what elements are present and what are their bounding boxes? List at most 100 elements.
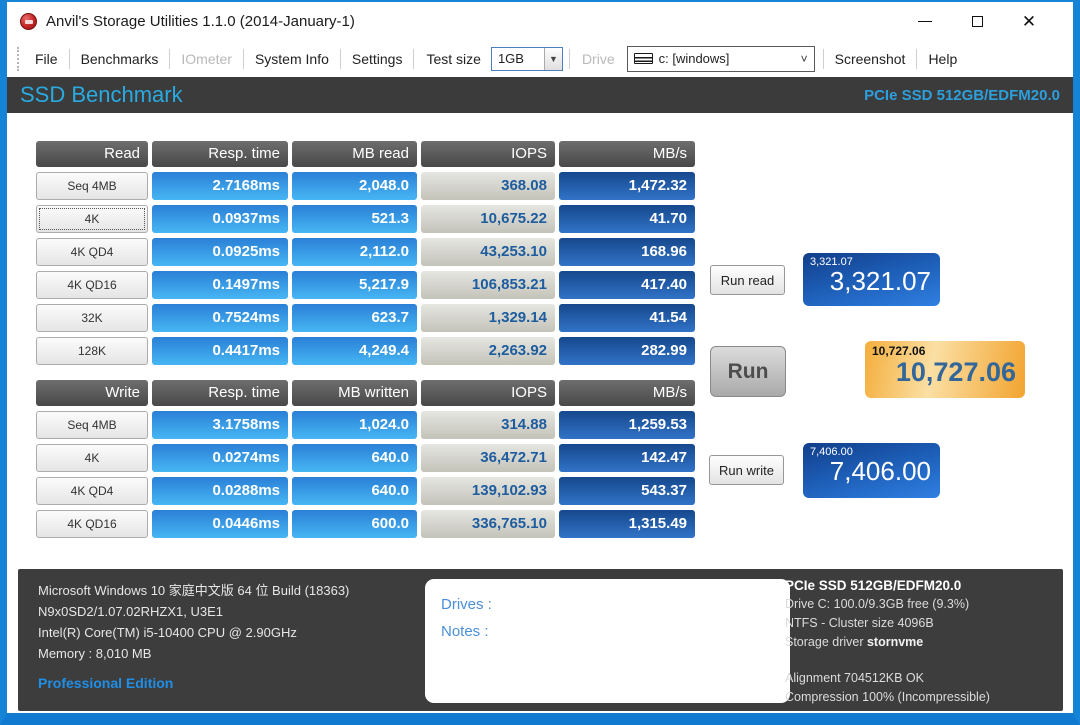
iops-cell: 1,329.14 bbox=[421, 304, 555, 332]
mbs-cell: 1,472.32 bbox=[559, 172, 695, 200]
menu-system-info[interactable]: System Info bbox=[246, 47, 338, 71]
window-title: Anvil's Storage Utilities 1.1.0 (2014-Ja… bbox=[46, 12, 355, 30]
notes-box[interactable]: Drives : Notes : bbox=[425, 579, 790, 703]
read-row-128k[interactable]: 128K bbox=[36, 337, 148, 365]
drives-label: Drives : bbox=[441, 596, 492, 613]
mbs-cell: 1,315.49 bbox=[559, 510, 695, 538]
close-button[interactable]: ✕ bbox=[1003, 2, 1055, 40]
window-controls: ✕ bbox=[899, 2, 1073, 40]
write-score-value: 7,406.00 bbox=[829, 456, 931, 486]
mbs-cell: 168.96 bbox=[559, 238, 695, 266]
menu-settings[interactable]: Settings bbox=[343, 47, 412, 71]
storage-driver-line: Storage driver stornvme bbox=[785, 635, 924, 649]
alignment-info: Alignment 704512KB OK bbox=[785, 671, 924, 685]
mb-cell: 521.3 bbox=[292, 205, 417, 233]
drive-label: Drive bbox=[581, 50, 615, 67]
write-table: Write Resp. time MB written IOPS MB/s Se… bbox=[36, 380, 695, 538]
board-info: N9x0SD2/1.07.02RHZX1, U3E1 bbox=[38, 604, 223, 619]
resp-cell: 2.7168ms bbox=[152, 172, 288, 200]
menu-benchmarks[interactable]: Benchmarks bbox=[72, 47, 168, 71]
device-name: PCIe SSD 512GB/EDFM20.0 bbox=[864, 86, 1060, 104]
app-window: Anvil's Storage Utilities 1.1.0 (2014-Ja… bbox=[0, 0, 1080, 725]
run-write-button[interactable]: Run write bbox=[709, 455, 784, 485]
compression-info: Compression 100% (Incompressible) bbox=[785, 690, 990, 704]
resp-cell: 0.0274ms bbox=[152, 444, 288, 472]
write-row-4kqd16[interactable]: 4K QD16 bbox=[36, 510, 148, 538]
close-icon: ✕ bbox=[1021, 11, 1037, 31]
resp-cell: 0.0937ms bbox=[152, 205, 288, 233]
total-score-value: 10,727.06 bbox=[895, 357, 1016, 387]
menu-file[interactable]: File bbox=[26, 47, 67, 71]
write-score-box: 7,406.00 7,406.00 bbox=[803, 443, 940, 498]
maximize-button[interactable] bbox=[951, 2, 1003, 40]
read-row-4k[interactable]: 4K bbox=[36, 205, 148, 233]
main-content: Read Resp. time MB read IOPS MB/s Seq 4M… bbox=[7, 113, 1073, 713]
run-button[interactable]: Run bbox=[710, 346, 786, 397]
menu-separator bbox=[822, 48, 824, 69]
menu-help[interactable]: Help bbox=[919, 47, 966, 71]
iops-cell: 10,675.22 bbox=[421, 205, 555, 233]
mbs-header: MB/s bbox=[559, 380, 695, 406]
minimize-icon bbox=[918, 20, 932, 22]
test-size-select[interactable]: 1GB ▼ bbox=[490, 46, 563, 71]
run-read-button[interactable]: Run read bbox=[710, 265, 785, 295]
section-header: SSD Benchmark PCIe SSD 512GB/EDFM20.0 bbox=[7, 77, 1073, 113]
dropdown-arrow-icon[interactable]: ▼ bbox=[543, 47, 562, 70]
mb-cell: 640.0 bbox=[292, 444, 417, 472]
iops-cell: 368.08 bbox=[421, 172, 555, 200]
drive-capacity: Drive C: 100.0/9.3GB free (9.3%) bbox=[785, 597, 970, 611]
mb-cell: 623.7 bbox=[292, 304, 417, 332]
system-info-panel: Microsoft Windows 10 家庭中文版 64 位 Build (1… bbox=[18, 569, 1063, 711]
mb-cell: 4,249.4 bbox=[292, 337, 417, 365]
read-row-32k[interactable]: 32K bbox=[36, 304, 148, 332]
minimize-button[interactable] bbox=[899, 2, 951, 40]
menu-screenshot[interactable]: Screenshot bbox=[826, 47, 915, 71]
total-score-box: 10,727.06 10,727.06 bbox=[865, 341, 1025, 398]
test-size-value: 1GB bbox=[497, 50, 524, 66]
iops-cell: 106,853.21 bbox=[421, 271, 555, 299]
iops-cell: 336,765.10 bbox=[421, 510, 555, 538]
mb-cell: 600.0 bbox=[292, 510, 417, 538]
iops-cell: 139,102.93 bbox=[421, 477, 555, 505]
memory-info: Memory : 8,010 MB bbox=[38, 646, 152, 661]
title-bar: Anvil's Storage Utilities 1.1.0 (2014-Ja… bbox=[7, 2, 1073, 40]
menu-separator bbox=[68, 48, 70, 69]
toolbar-grip[interactable] bbox=[17, 46, 19, 71]
system-info-block: Microsoft Windows 10 家庭中文版 64 位 Build (1… bbox=[38, 580, 349, 694]
iops-cell: 2,263.92 bbox=[421, 337, 555, 365]
drive-select[interactable]: c: [windows] ˅ bbox=[626, 45, 815, 72]
write-row-4kqd4[interactable]: 4K QD4 bbox=[36, 477, 148, 505]
mbs-header: MB/s bbox=[559, 141, 695, 167]
mbs-cell: 543.37 bbox=[559, 477, 695, 505]
page-title: SSD Benchmark bbox=[20, 82, 183, 107]
menu-iometer: IOmeter bbox=[181, 50, 232, 67]
read-row-seq4mb[interactable]: Seq 4MB bbox=[36, 172, 148, 200]
mb-cell: 2,112.0 bbox=[292, 238, 417, 266]
chevron-down-icon: ˅ bbox=[800, 51, 808, 66]
resp-cell: 0.1497ms bbox=[152, 271, 288, 299]
cpu-info: Intel(R) Core(TM) i5-10400 CPU @ 2.90GHz bbox=[38, 625, 297, 640]
read-row-4kqd16[interactable]: 4K QD16 bbox=[36, 271, 148, 299]
mbs-cell: 142.47 bbox=[559, 444, 695, 472]
menu-separator bbox=[413, 48, 415, 69]
write-row-4k[interactable]: 4K bbox=[36, 444, 148, 472]
iops-cell: 36,472.71 bbox=[421, 444, 555, 472]
menu-separator bbox=[916, 48, 918, 69]
mbs-cell: 41.54 bbox=[559, 304, 695, 332]
mbs-cell: 41.70 bbox=[559, 205, 695, 233]
read-score-value: 3,321.07 bbox=[829, 266, 931, 296]
drive-icon bbox=[633, 53, 653, 64]
resp-time-header: Resp. time bbox=[152, 141, 288, 167]
resp-cell: 0.0925ms bbox=[152, 238, 288, 266]
mbs-cell: 282.99 bbox=[559, 337, 695, 365]
iops-cell: 43,253.10 bbox=[421, 238, 555, 266]
test-size-label: Test size bbox=[426, 50, 481, 67]
read-row-4kqd4[interactable]: 4K QD4 bbox=[36, 238, 148, 266]
notes-label: Notes : bbox=[441, 623, 489, 640]
write-row-seq4mb[interactable]: Seq 4MB bbox=[36, 411, 148, 439]
storage-driver-value: stornvme bbox=[866, 635, 924, 649]
mb-cell: 1,024.0 bbox=[292, 411, 417, 439]
iops-header: IOPS bbox=[421, 141, 555, 167]
resp-cell: 0.4417ms bbox=[152, 337, 288, 365]
iops-cell: 314.88 bbox=[421, 411, 555, 439]
